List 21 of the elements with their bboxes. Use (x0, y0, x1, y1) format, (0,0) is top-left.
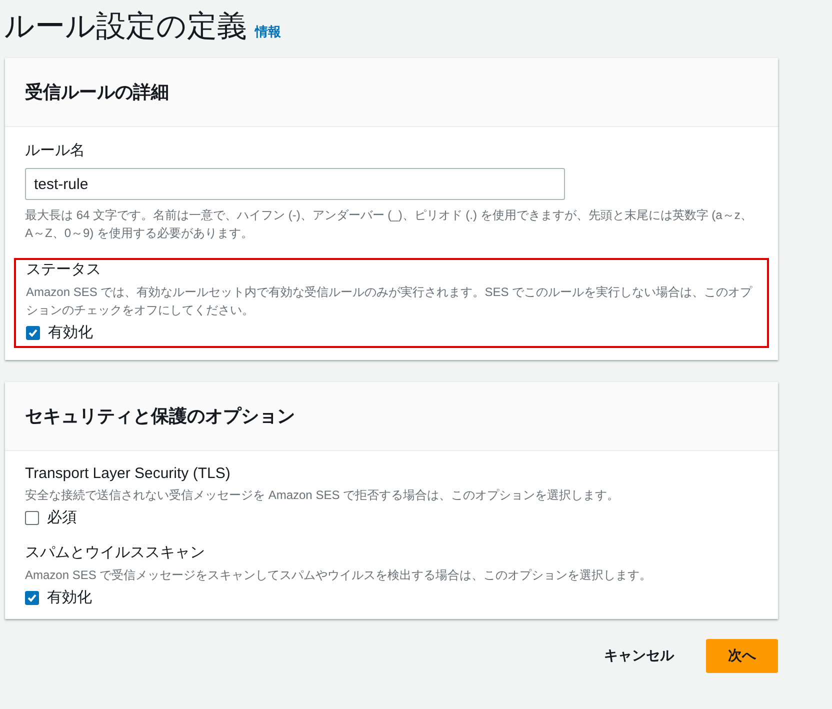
rule-name-field[interactable]: test-rule (25, 168, 565, 200)
field-label: スパムとウイルススキャン (25, 543, 206, 562)
field-description: 安全な接続で送信されない受信メッセージを Amazon SES で拒否する場合は、このオプションを選択します。 (25, 487, 620, 504)
section-title: 受信ルールの詳細 (5, 58, 778, 127)
field-label: ルール名 (25, 141, 86, 160)
field-description: Amazon SES で受信メッセージをスキャンしてスパムやウイルスを検出する場合は、このオプションを選択します。 (25, 567, 653, 584)
field-label: Transport Layer Security (TLS) (25, 465, 232, 482)
cancel-button[interactable]: キャンセル (600, 639, 678, 673)
next-button[interactable]: 次へ (706, 639, 778, 673)
checkbox-label: 有効化 (47, 588, 92, 607)
checkbox[interactable] (25, 510, 39, 524)
checkbox-label: 必須 (47, 508, 77, 527)
field-label: ステータス (26, 260, 102, 279)
page-title: ルール設定の定義 (4, 9, 247, 45)
section-title: セキュリティと保護のオプション (5, 382, 778, 451)
field-description: 最大長は 64 文字です。名前は一意で、ハイフン (-)、アンダーバー (_)、ピリオド (.) を使用できますが、先頭と末尾には英数字 (a～z、A～Z、0～9) を使用する必要があります。 (25, 207, 754, 242)
info-link[interactable]: 情報 (255, 23, 281, 41)
field-description: Amazon SES では、有効なルールセット内で有効な受信ルールのみが実行されます。SES でこのルールを実行しない場合は、このオプションのチェックをオフにしてください。 (26, 284, 754, 319)
checkbox-label: 有効化 (48, 323, 93, 342)
checkbox[interactable] (26, 326, 40, 340)
checkbox[interactable] (25, 590, 39, 604)
